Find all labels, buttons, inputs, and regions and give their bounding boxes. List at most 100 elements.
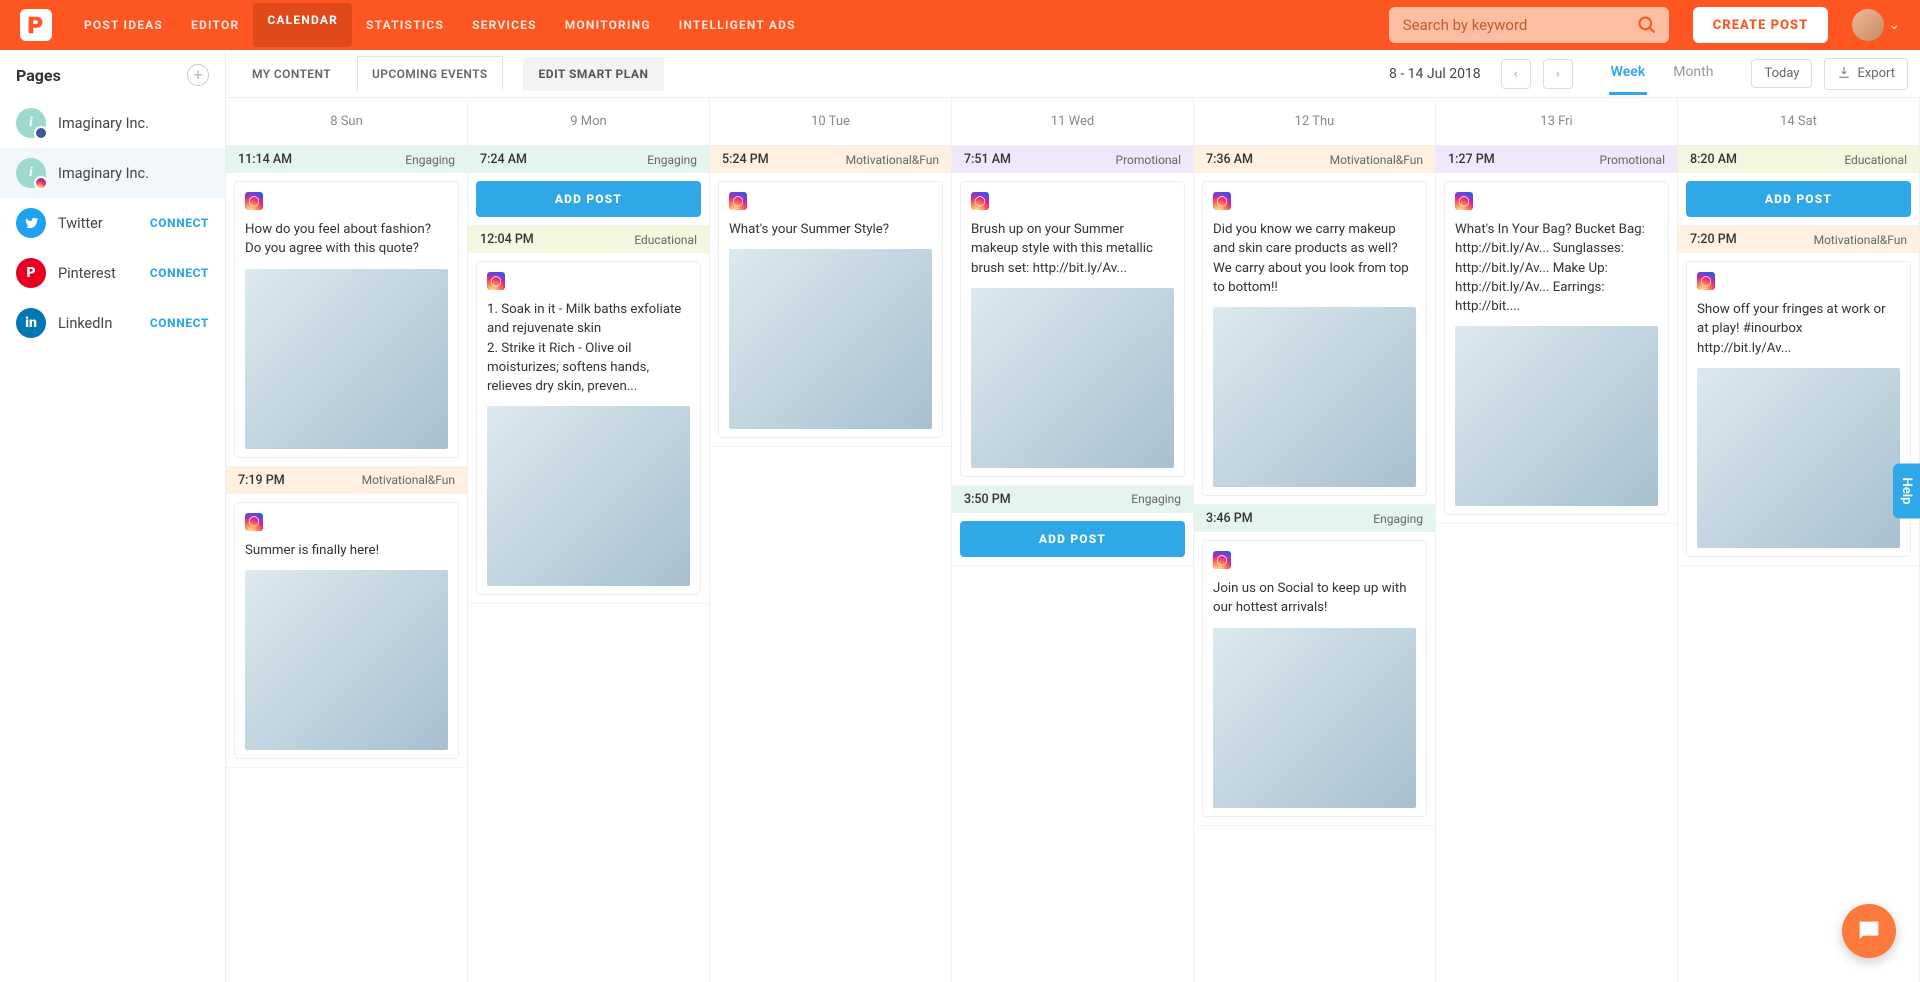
export-button[interactable]: Export — [1824, 58, 1908, 90]
slot-tag: Engaging — [647, 153, 697, 167]
post-text: Brush up on your Summer makeup style wit… — [971, 220, 1174, 278]
post-image — [1213, 628, 1416, 808]
tab-upcoming-events[interactable]: UPCOMING EVENTS — [357, 56, 503, 91]
nav-monitoring[interactable]: MONITORING — [551, 3, 665, 47]
time-slot: 7:51 AMPromotional◯Brush up on your Summ… — [952, 146, 1193, 486]
post-card[interactable]: ◯Join us on Social to keep up with our h… — [1202, 540, 1427, 817]
day-col-1: 9 Mon7:24 AMEngagingADD POST12:04 PMEduc… — [468, 98, 710, 982]
post-text: What's In Your Bag? Bucket Bag: http://b… — [1455, 220, 1658, 316]
calendar-toolbar: MY CONTENT UPCOMING EVENTS EDIT SMART PL… — [226, 50, 1920, 98]
add-post-button[interactable]: ADD POST — [1686, 181, 1911, 217]
day-header: 8 Sun — [226, 98, 467, 146]
slot-time: 1:27 PM — [1448, 152, 1495, 167]
add-post-button[interactable]: ADD POST — [476, 181, 701, 217]
slot-tag: Motivational&Fun — [1330, 153, 1423, 167]
view-tab-week[interactable]: Week — [1609, 52, 1648, 95]
post-text: 1. Soak in it - Milk baths exfoliate and… — [487, 300, 690, 396]
day-header: 12 Thu — [1194, 98, 1435, 146]
view-tab-month[interactable]: Month — [1671, 52, 1715, 95]
edit-smart-plan-button[interactable]: EDIT SMART PLAN — [523, 57, 665, 91]
chat-icon — [1855, 917, 1883, 945]
chat-fab[interactable] — [1842, 904, 1896, 958]
day-header: 11 Wed — [952, 98, 1193, 146]
nav-calendar[interactable]: CALENDAR — [253, 3, 352, 47]
nav-post-ideas[interactable]: POST IDEAS — [70, 3, 177, 47]
search-input[interactable] — [1389, 7, 1669, 43]
social-label: Pinterest — [58, 265, 138, 282]
post-card[interactable]: ◯ How do you feel about fashion? Do you a… — [234, 181, 459, 458]
post-image — [487, 406, 690, 586]
day-header: 13 Fri — [1436, 98, 1677, 146]
instagram-icon: ◯ — [1697, 272, 1715, 290]
top-nav: POST IDEASEDITORCALENDARSTATISTICSSERVIC… — [0, 0, 1920, 50]
help-tab[interactable]: Help — [1893, 464, 1920, 519]
post-card[interactable]: ◯ 1. Soak in it - Milk baths exfoliate an… — [476, 261, 701, 595]
prev-week-button[interactable]: ‹ — [1501, 59, 1531, 89]
post-image — [245, 269, 448, 449]
slot-time: 5:24 PM — [722, 152, 769, 167]
time-slot: 7:36 AM Motivational&Fun ◯Did you know we … — [1194, 146, 1435, 505]
time-slot: 11:14 AMEngaging◯How do you feel about f… — [226, 146, 467, 467]
pinterest-icon: P — [16, 258, 46, 288]
connect-pinterest[interactable]: P Pinterest CONNECT — [0, 248, 225, 298]
time-slot: 7:24 AMEngagingADD POST — [468, 146, 709, 226]
tab-my-content[interactable]: MY CONTENT — [238, 57, 345, 91]
post-image — [729, 249, 932, 429]
connect-link[interactable]: CONNECT — [150, 266, 209, 280]
add-post-button[interactable]: ADD POST — [960, 521, 1185, 557]
social-label: Twitter — [58, 215, 138, 232]
calendar-grid: 8 Sun11:14 AMEngaging◯How do you feel ab… — [226, 98, 1920, 982]
twitter-icon — [16, 208, 46, 238]
nav-statistics[interactable]: STATISTICS — [352, 3, 458, 47]
post-card[interactable]: ◯ Summer is finally here! — [234, 502, 459, 759]
connect-twitter[interactable]: Twitter CONNECT — [0, 198, 225, 248]
next-week-button[interactable]: › — [1543, 59, 1573, 89]
nav-intelligent-ads[interactable]: INTELLIGENT ADS — [665, 3, 810, 47]
day-header: 10 Tue — [710, 98, 951, 146]
instagram-icon: ◯ — [245, 513, 263, 531]
facebook-badge-icon — [34, 126, 48, 140]
post-card[interactable]: ◯Show off your fringes at work or at pla… — [1686, 261, 1911, 557]
instagram-icon: ◯ — [245, 192, 263, 210]
post-card[interactable]: ◯Did you know we carry makeup and skin c… — [1202, 181, 1427, 496]
time-slot: 3:50 PMEngagingADD POST — [952, 486, 1193, 566]
page-label: Imaginary Inc. — [58, 165, 209, 182]
create-post-button[interactable]: CREATE POST — [1693, 7, 1829, 43]
post-text: Summer is finally here! — [245, 541, 448, 560]
add-page-button[interactable]: + — [187, 64, 209, 86]
download-icon — [1837, 65, 1851, 83]
day-col-5: 13 Fri1:27 PMPromotional◯What's In Your … — [1436, 98, 1678, 982]
search-icon — [1637, 15, 1657, 39]
page-item-1[interactable]: iImaginary Inc. — [0, 148, 225, 198]
post-card[interactable]: ◯Brush up on your Summer makeup style wi… — [960, 181, 1185, 477]
view-tabs: Week Month — [1609, 52, 1716, 95]
post-text: How do you feel about fashion? Do you ag… — [245, 220, 448, 259]
slot-tag: Motivational&Fun — [846, 153, 939, 167]
post-image — [971, 288, 1174, 468]
post-card[interactable]: ◯What's In Your Bag? Bucket Bag: http://… — [1444, 181, 1669, 515]
date-range: 8 - 14 Jul 2018 — [1389, 66, 1481, 82]
nav-editor[interactable]: EDITOR — [177, 3, 253, 47]
time-slot: 5:24 PM Motivational&Fun ◯What's your Summ… — [710, 146, 951, 447]
connect-linkedin[interactable]: inLinkedInCONNECT — [0, 298, 225, 348]
export-label: Export — [1857, 66, 1895, 81]
slot-time: 3:46 PM — [1206, 511, 1253, 526]
instagram-icon: ◯ — [487, 272, 505, 290]
instagram-icon: ◯ — [1213, 551, 1231, 569]
day-col-0: 8 Sun11:14 AMEngaging◯How do you feel ab… — [226, 98, 468, 982]
user-menu[interactable]: ⌄ — [1852, 9, 1900, 41]
day-header: 9 Mon — [468, 98, 709, 146]
slot-time: 11:14 AM — [238, 152, 292, 167]
connect-link[interactable]: CONNECT — [150, 316, 209, 330]
slot-tag: Educational — [1844, 153, 1907, 167]
instagram-badge-icon — [34, 176, 48, 190]
today-button[interactable]: Today — [1751, 59, 1812, 88]
post-card[interactable]: ◯What's your Summer Style? — [718, 181, 943, 438]
nav-services[interactable]: SERVICES — [458, 3, 551, 47]
search-wrap — [1389, 7, 1669, 43]
slot-time: 7:36 AM — [1206, 152, 1253, 167]
time-slot: 8:20 AMEducationalADD POST — [1678, 146, 1919, 226]
app-logo[interactable] — [20, 9, 52, 41]
page-item-0[interactable]: iImaginary Inc. — [0, 98, 225, 148]
connect-link[interactable]: CONNECT — [150, 216, 209, 230]
